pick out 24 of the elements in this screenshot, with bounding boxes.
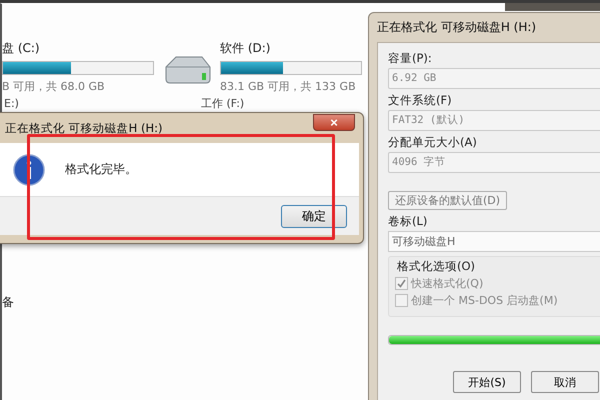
field-label: 卷标(L) bbox=[388, 214, 428, 229]
drive-name[interactable]: 软件 (D:) bbox=[220, 40, 362, 57]
field-label: 文件系统(F) bbox=[388, 93, 453, 108]
volume-label-field[interactable]: 可移动磁盘H bbox=[388, 231, 600, 252]
section-label: 备 bbox=[2, 294, 14, 311]
window-title: 正在格式化 可移动磁盘H (H:) bbox=[5, 120, 162, 136]
message-text: 格式化完毕。 bbox=[65, 161, 137, 178]
field-label: 分配单元大小(A) bbox=[388, 135, 478, 150]
drive-space-text: 83.1 GB 可用，共 133 GB bbox=[220, 79, 357, 94]
field-label: 容量(P): bbox=[388, 51, 433, 66]
dialog-button[interactable]: 取消 bbox=[531, 371, 599, 393]
ok-button[interactable]: 确定 bbox=[281, 204, 347, 228]
checkbox-label: 创建一个 MS-DOS 启动盘(M) bbox=[411, 293, 558, 308]
group-legend: 格式化选项(O) bbox=[397, 259, 600, 274]
restore-defaults-button[interactable]: 还原设备的默认值(D) bbox=[388, 191, 508, 210]
drive-name[interactable]: 工作 (F:) bbox=[200, 98, 244, 110]
drive-name[interactable]: 盘 (C:) bbox=[2, 40, 154, 57]
info-icon bbox=[13, 154, 45, 186]
drive-space-text: B 可用，共 68.0 GB bbox=[2, 79, 106, 94]
drive-name[interactable]: E:) bbox=[4, 98, 19, 110]
checkbox-label: 快速格式化(Q) bbox=[411, 276, 484, 291]
window-title: 正在格式化 可移动磁盘H (H:) bbox=[376, 19, 538, 36]
dialog-button[interactable]: 开始(S) bbox=[453, 371, 521, 393]
close-button[interactable]: × bbox=[313, 114, 355, 130]
